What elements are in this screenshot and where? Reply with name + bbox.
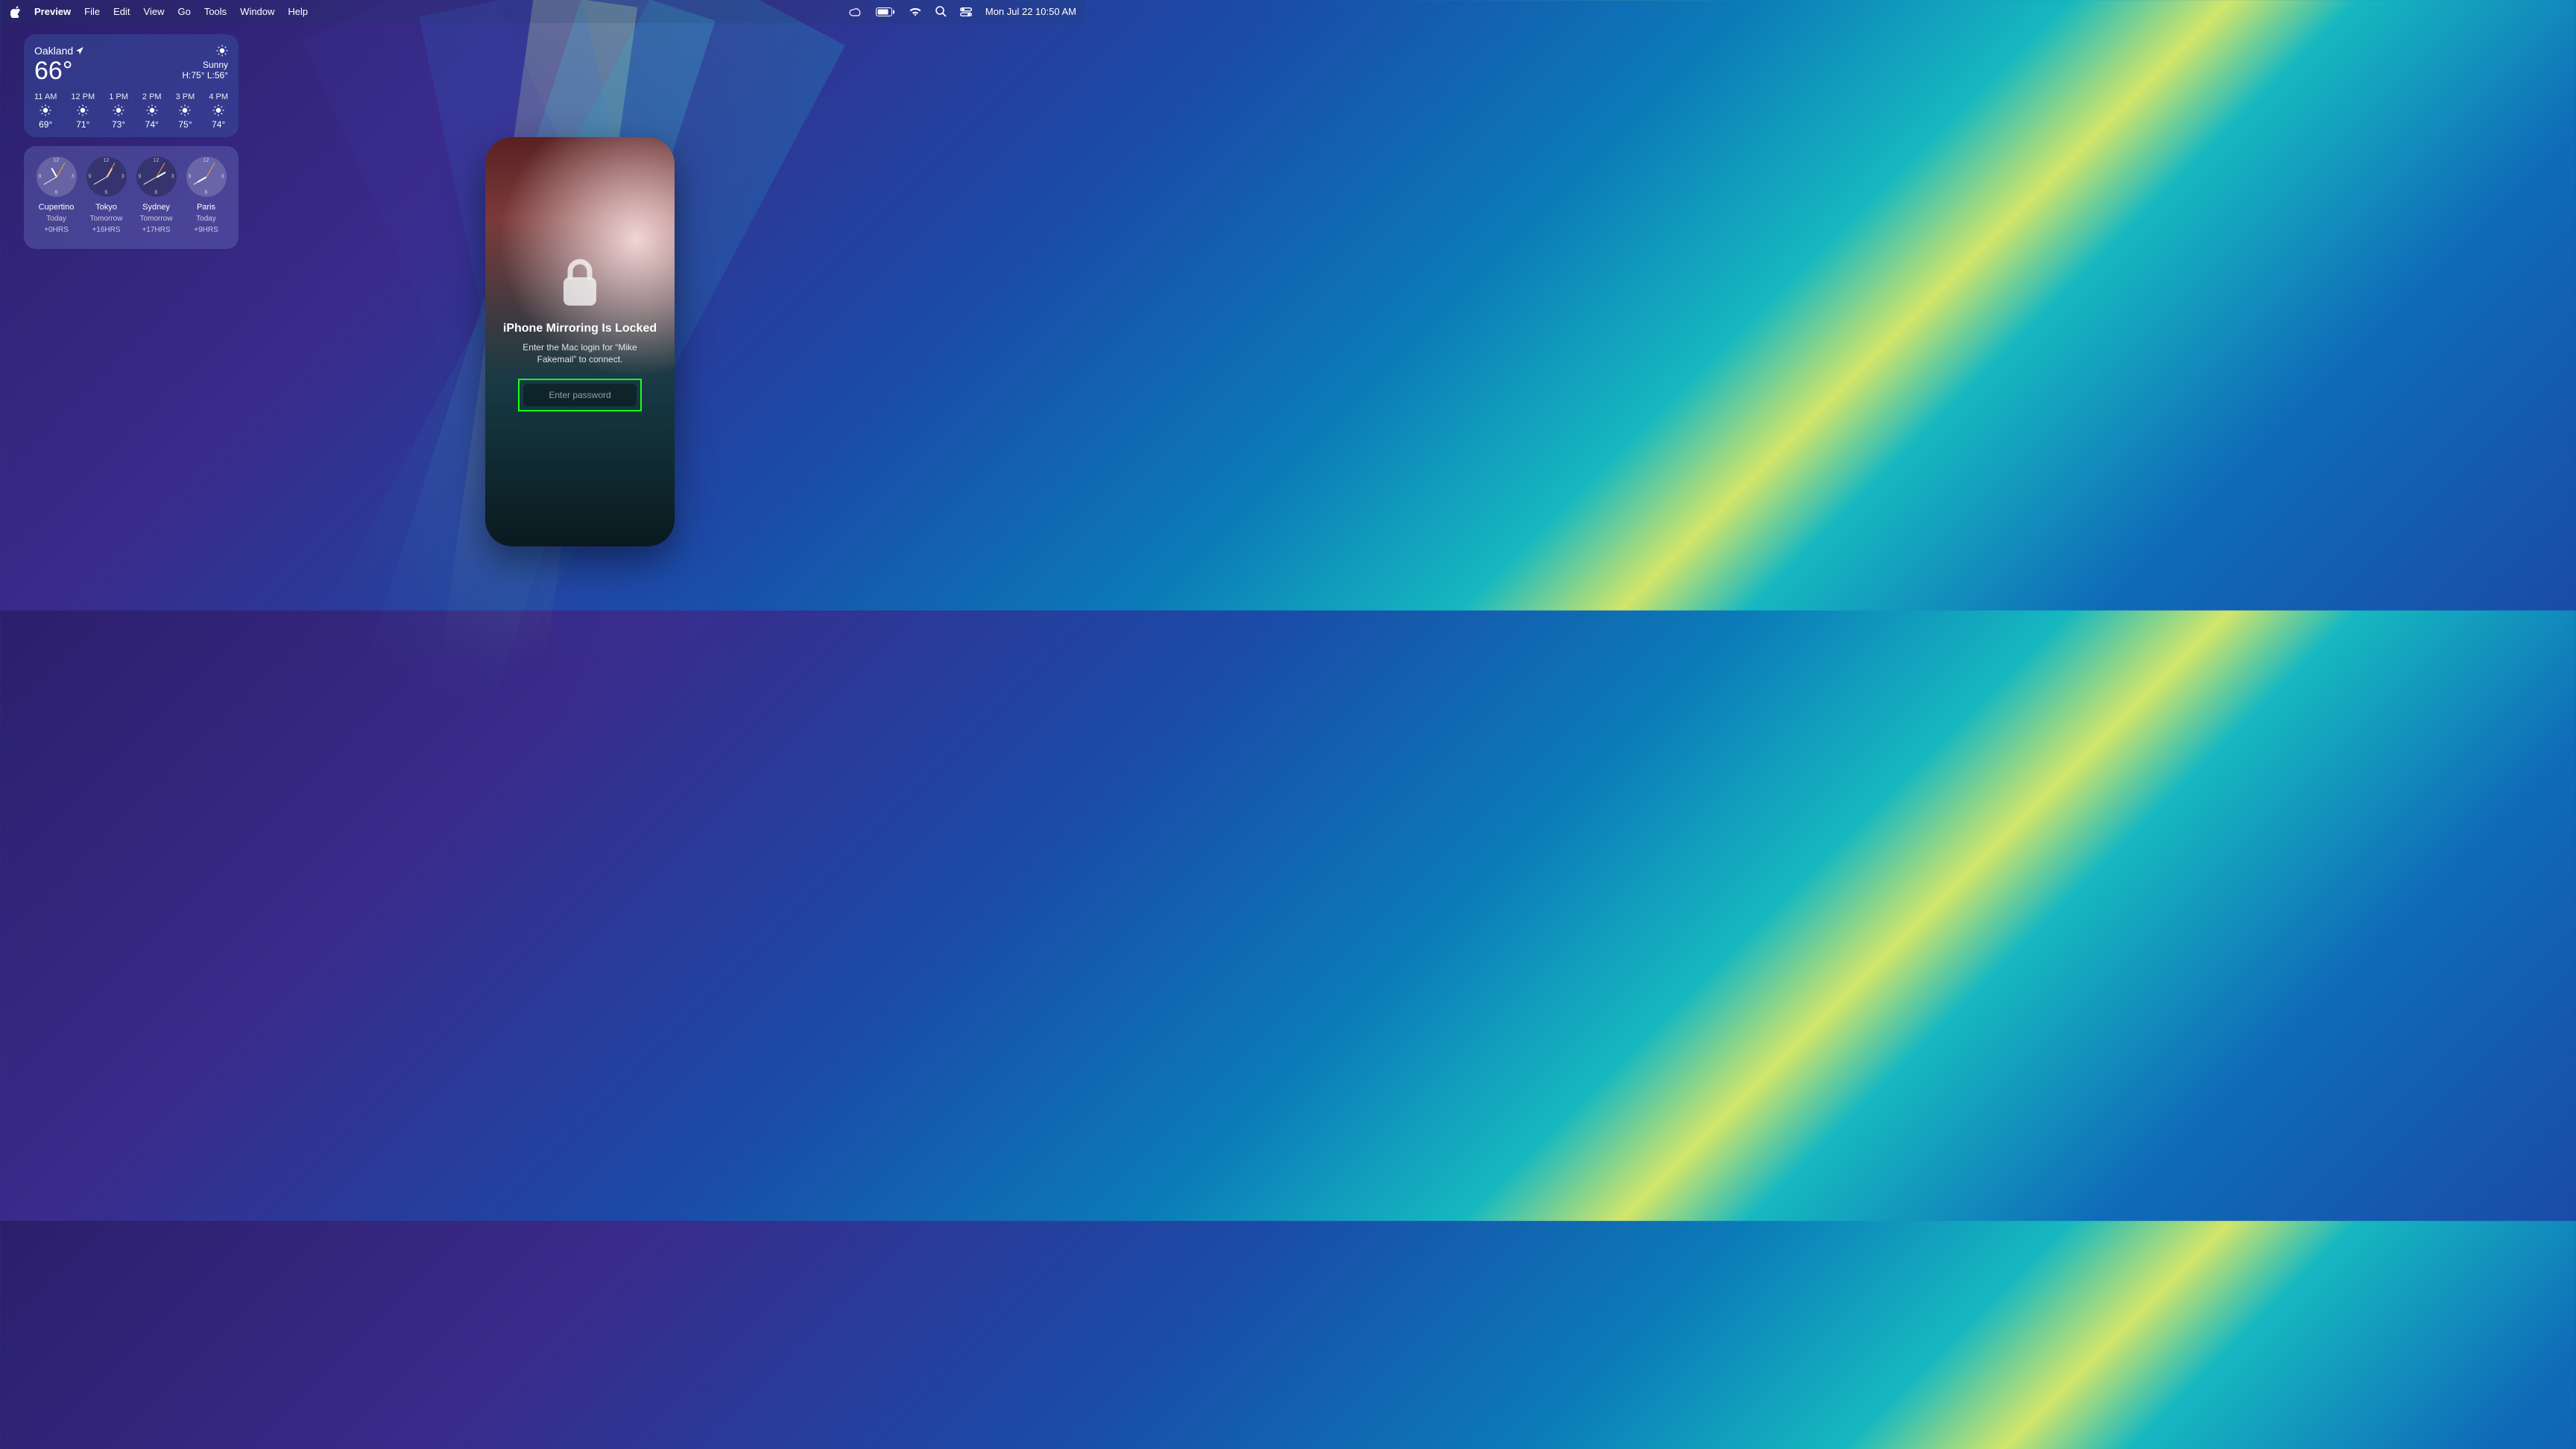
- hour-temp: 74°: [212, 119, 225, 130]
- menu-edit[interactable]: Edit: [113, 6, 130, 17]
- world-clock-item: 12369 Sydney Tomorrow +17HRS: [136, 157, 177, 242]
- hour-temp: 73°: [112, 119, 125, 130]
- clock-day: Today: [196, 215, 216, 223]
- mirroring-subtitle: Enter the Mac login for “Mike Fakemail” …: [503, 341, 657, 365]
- sun-icon: [40, 104, 51, 116]
- weather-condition: Sunny: [182, 60, 228, 70]
- wifi-icon[interactable]: [909, 7, 922, 16]
- hour-temp: 69°: [39, 119, 52, 130]
- sun-icon: [212, 104, 224, 116]
- sun-icon: [113, 104, 124, 116]
- sun-icon: [182, 45, 228, 57]
- menu-help[interactable]: Help: [288, 6, 308, 17]
- app-name[interactable]: Preview: [34, 6, 71, 17]
- menu-file[interactable]: File: [84, 6, 100, 17]
- clock-face-icon: 12369: [136, 157, 177, 197]
- sun-icon: [179, 104, 191, 116]
- weather-widget[interactable]: Oakland 66° Sunny H:75° L:56° 11 AM 69° 12…: [24, 34, 239, 137]
- control-center-icon[interactable]: [960, 7, 972, 16]
- lock-icon: [561, 256, 599, 322]
- clock-day: Tomorrow: [90, 215, 123, 223]
- hour-label: 11 AM: [34, 92, 57, 101]
- clock-face-icon: 12369: [37, 157, 77, 197]
- clock-offset: +16HRS: [92, 226, 120, 234]
- clock-day: Tomorrow: [140, 215, 173, 223]
- hourly-forecast-item: 12 PM 71°: [71, 92, 95, 130]
- hour-label: 2 PM: [142, 92, 162, 101]
- password-highlight-box: [518, 379, 642, 411]
- clock-city: Cupertino: [39, 203, 75, 212]
- hourly-forecast-item: 1 PM 73°: [109, 92, 128, 130]
- clock-offset: +0HRS: [44, 226, 69, 234]
- spotlight-icon[interactable]: [935, 6, 947, 17]
- hour-label: 4 PM: [209, 92, 228, 101]
- menubar-clock[interactable]: Mon Jul 22 10:50 AM: [985, 6, 1076, 17]
- weather-hi-lo: H:75° L:56°: [182, 70, 228, 80]
- world-clock-item: 12369 Paris Today +9HRS: [186, 157, 227, 242]
- battery-icon[interactable]: [876, 7, 895, 16]
- apple-menu-icon[interactable]: [10, 6, 21, 18]
- clock-face-icon: 12369: [186, 157, 227, 197]
- creative-cloud-icon[interactable]: [849, 7, 862, 16]
- hour-label: 1 PM: [109, 92, 128, 101]
- world-clock-item: 12369 Cupertino Today +0HRS: [37, 157, 77, 242]
- hourly-forecast-item: 2 PM 74°: [142, 92, 162, 130]
- sun-icon: [77, 104, 89, 116]
- hour-temp: 71°: [76, 119, 89, 130]
- world-clock-item: 12369 Tokyo Tomorrow +16HRS: [86, 157, 127, 242]
- mirroring-title: iPhone Mirroring Is Locked: [503, 322, 657, 335]
- clock-offset: +17HRS: [142, 226, 170, 234]
- sun-icon: [146, 104, 158, 116]
- iphone-mirroring-window[interactable]: iPhone Mirroring Is Locked Enter the Mac…: [485, 137, 675, 546]
- hourly-forecast-item: 4 PM 74°: [209, 92, 228, 130]
- location-arrow-icon: [76, 47, 83, 54]
- hour-temp: 74°: [145, 119, 159, 130]
- clock-day: Today: [46, 215, 66, 223]
- hourly-forecast-item: 11 AM 69°: [34, 92, 57, 130]
- clock-city: Sydney: [142, 203, 170, 212]
- clock-face-icon: 12369: [86, 157, 127, 197]
- clock-offset: +9HRS: [194, 226, 218, 234]
- weather-location: Oakland: [34, 45, 73, 57]
- world-clock-widget[interactable]: 12369 Cupertino Today +0HRS 12369 Tokyo Tomorr…: [24, 146, 239, 249]
- menu-go[interactable]: Go: [177, 6, 190, 17]
- menubar: Preview File Edit View Go Tools Window H…: [0, 0, 1085, 23]
- hour-temp: 75°: [178, 119, 192, 130]
- password-input[interactable]: [523, 384, 637, 406]
- hourly-forecast-item: 3 PM 75°: [176, 92, 195, 130]
- clock-city: Paris: [197, 203, 215, 212]
- clock-city: Tokyo: [95, 203, 117, 212]
- menu-view[interactable]: View: [144, 6, 165, 17]
- menu-tools[interactable]: Tools: [204, 6, 227, 17]
- menu-window[interactable]: Window: [240, 6, 274, 17]
- hour-label: 12 PM: [71, 92, 95, 101]
- weather-current-temp: 66°: [34, 58, 83, 83]
- hour-label: 3 PM: [176, 92, 195, 101]
